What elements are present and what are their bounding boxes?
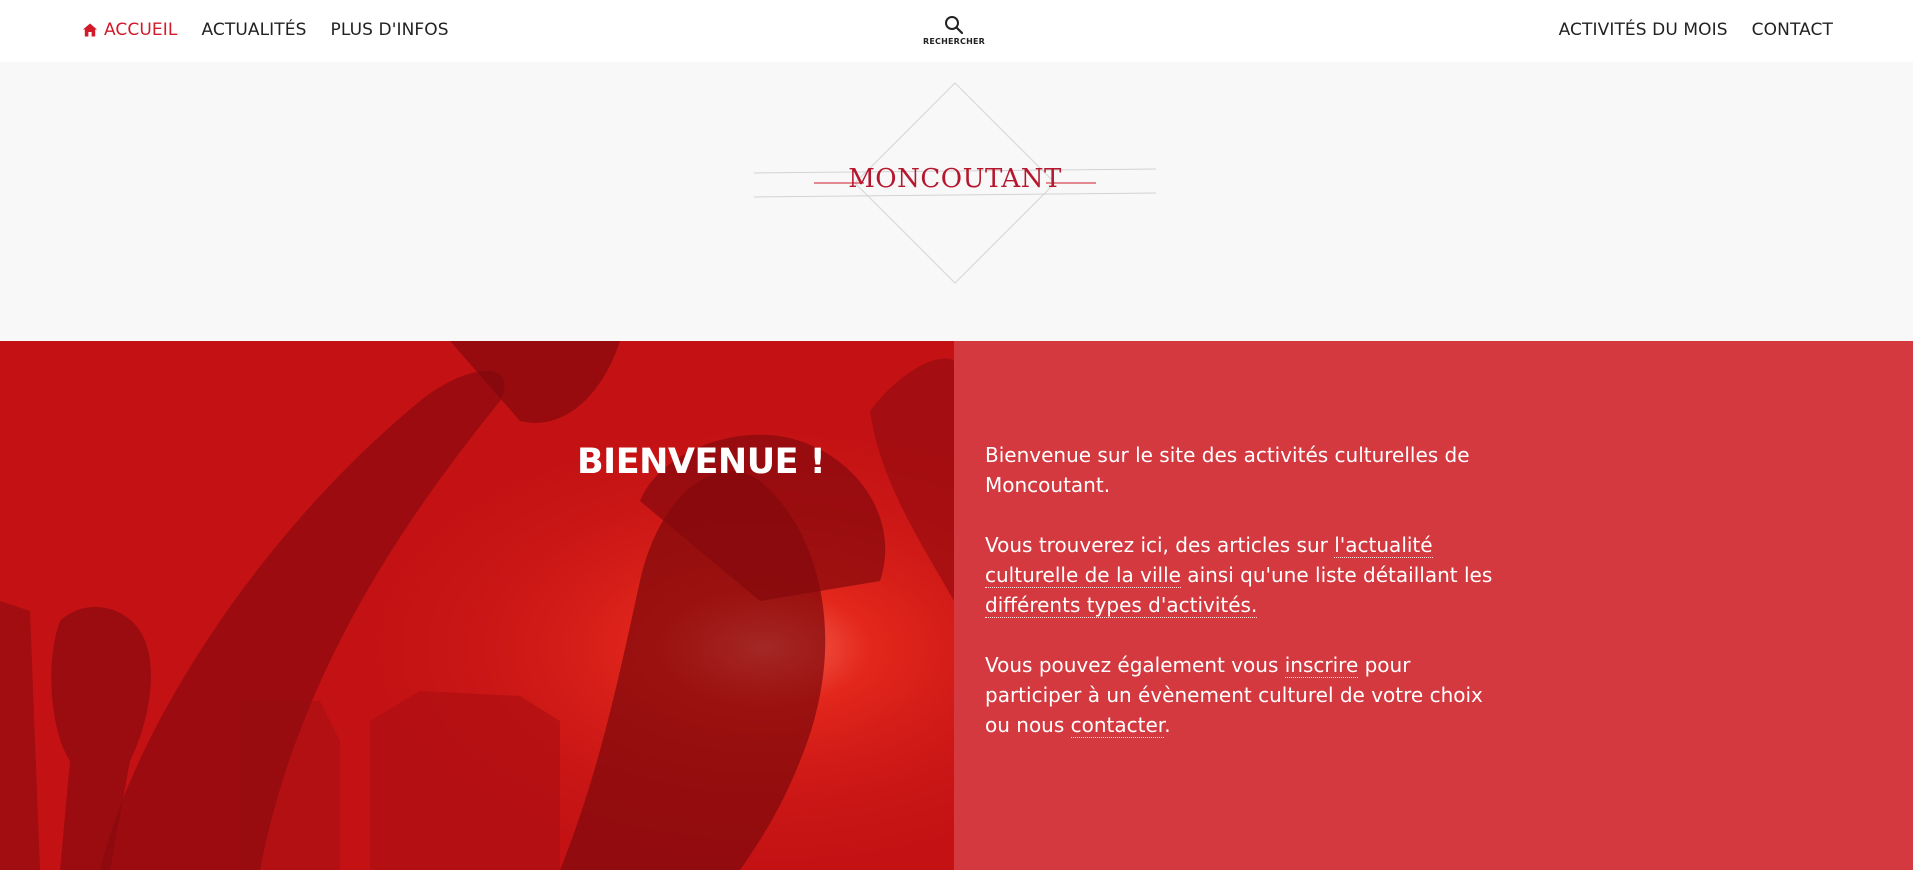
search-icon <box>945 16 964 35</box>
paragraph-text: ainsi qu'une liste détaillant les <box>1180 563 1493 587</box>
nav-more-info-link[interactable]: PLUS D'INFOS <box>331 18 449 42</box>
hero-description: Bienvenue sur le site des activités cult… <box>985 440 1505 770</box>
paragraph-text: . <box>1164 713 1171 737</box>
hero-paragraph-3: Vous pouvez également vous inscrire pour… <box>985 650 1505 740</box>
site-logo[interactable]: MONCOUTANT <box>754 80 1156 286</box>
register-link[interactable]: inscrire <box>1284 653 1359 678</box>
hero-paragraph-1: Bienvenue sur le site des activités cult… <box>985 443 1470 497</box>
activity-types-link[interactable]: différents types d'activités. <box>985 593 1258 618</box>
hero-photo <box>0 341 954 870</box>
nav-left-group: ACCUEIL ACTUALITÉS PLUS D'INFOS <box>82 18 449 42</box>
paragraph-text: Vous trouverez ici, des articles sur <box>985 533 1335 557</box>
hero-title: BIENVENUE ! <box>577 442 826 482</box>
contact-link[interactable]: contacter <box>1070 713 1165 738</box>
nav-home-link[interactable]: ACCUEIL <box>82 18 177 42</box>
logo-text: MONCOUTANT <box>848 164 1062 194</box>
search-button[interactable]: RECHERCHER <box>921 14 987 46</box>
nav-home-label: ACCUEIL <box>104 20 178 40</box>
hero-paragraph-2: Vous trouverez ici, des articles sur l'a… <box>985 530 1505 620</box>
nav-contact-link[interactable]: CONTACT <box>1752 18 1833 42</box>
hero-image: BIENVENUE ! <box>0 341 954 870</box>
search-label: RECHERCHER <box>922 37 985 46</box>
top-navigation: ACCUEIL ACTUALITÉS PLUS D'INFOS RECHERCH… <box>0 0 1913 62</box>
home-icon <box>82 22 98 38</box>
paragraph-text: Vous pouvez également vous <box>985 653 1285 677</box>
nav-right-group: ACTIVITÉS DU MOIS CONTACT <box>1559 18 1833 42</box>
nav-month-activities-link[interactable]: ACTIVITÉS DU MOIS <box>1559 18 1728 42</box>
nav-news-link[interactable]: ACTUALITÉS <box>201 18 306 42</box>
